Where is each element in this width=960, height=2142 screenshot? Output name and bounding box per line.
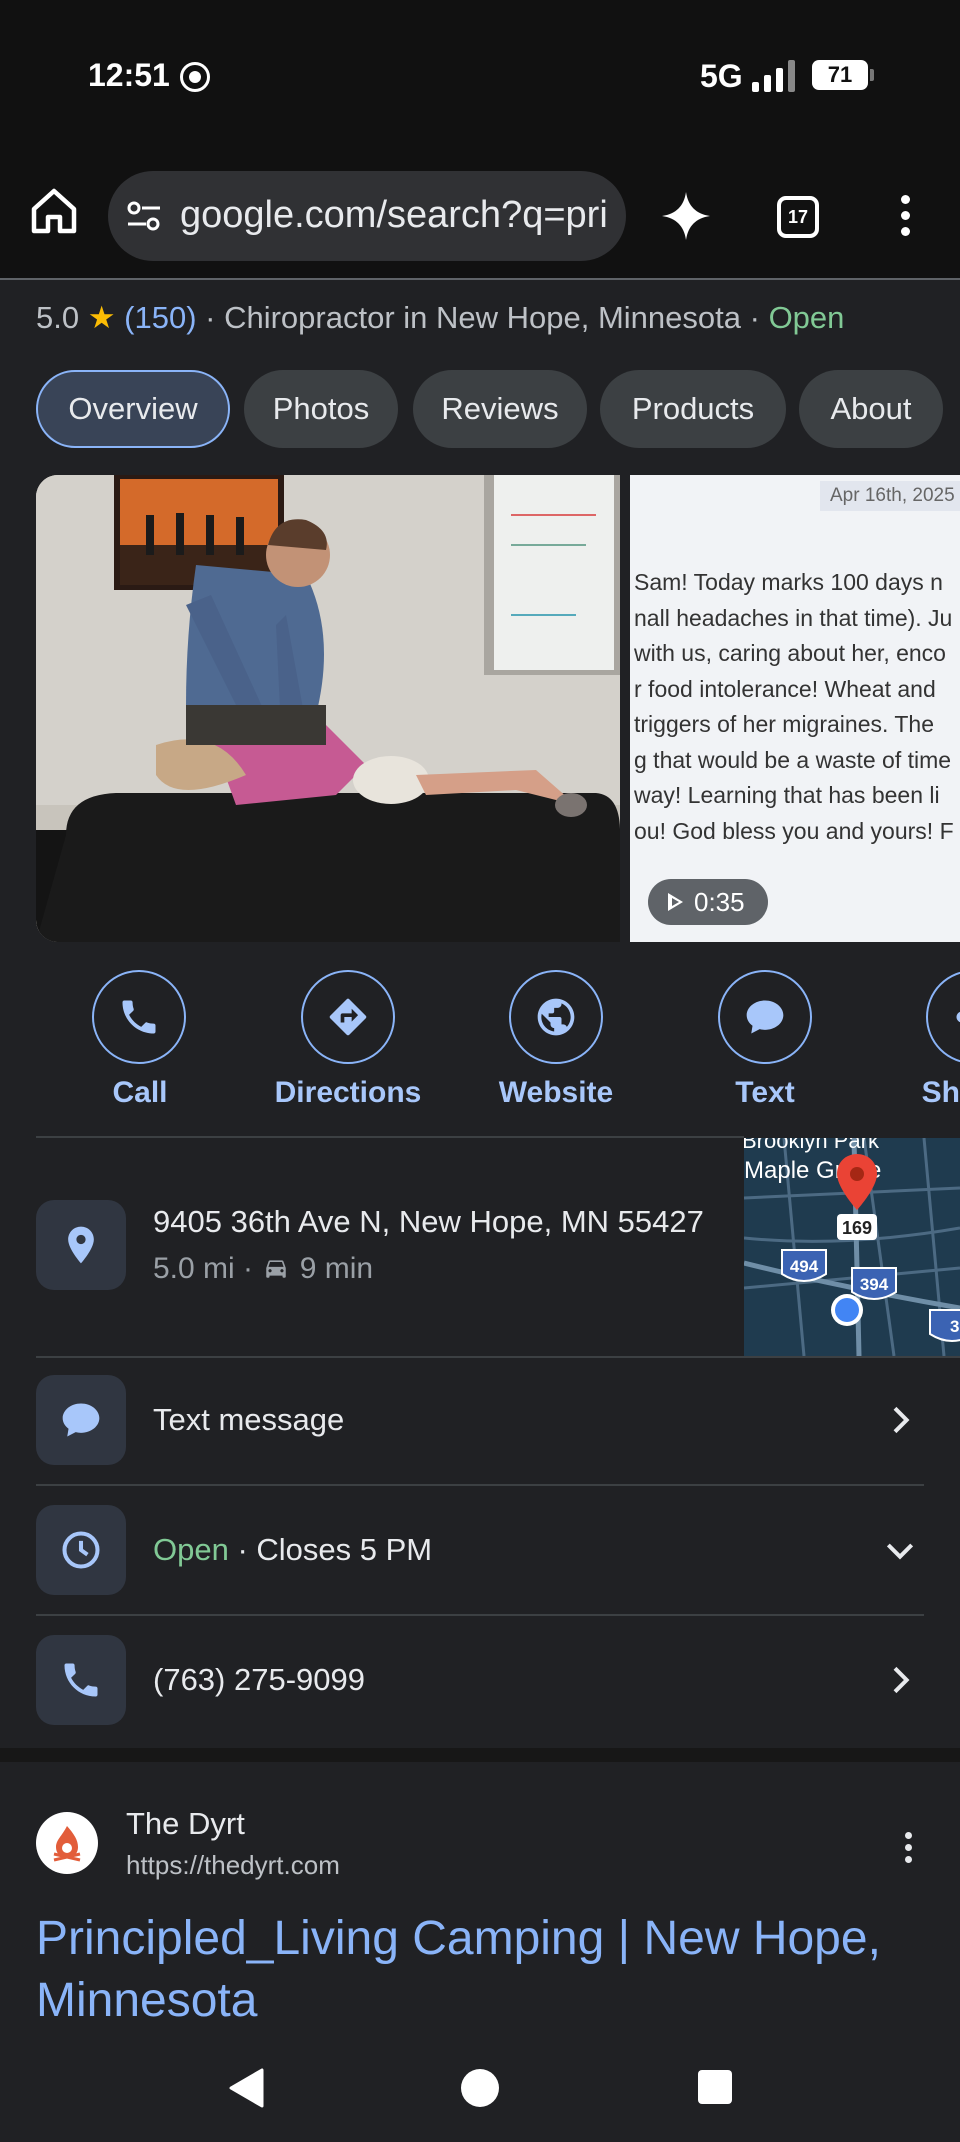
map-shield: 394 (860, 1275, 889, 1294)
tab-photos[interactable]: Photos (244, 370, 398, 448)
phone-icon (64, 1663, 98, 1697)
result-site-name[interactable]: The Dyrt (126, 1806, 245, 1842)
result-more-icon[interactable] (902, 1832, 914, 1864)
tab-overview[interactable]: Overview (36, 370, 230, 448)
distance-value: 5.0 mi (153, 1252, 235, 1285)
gemini-sparkle-icon[interactable] (660, 190, 712, 242)
video-text: Sam! Today marks 100 days n nall headach… (634, 565, 960, 849)
chat-bubble-icon (746, 1000, 784, 1034)
chevron-right-icon[interactable] (880, 1660, 920, 1700)
drive-time: 9 min (299, 1252, 374, 1285)
share-button[interactable] (926, 970, 960, 1064)
chat-bubble-icon (62, 1403, 100, 1437)
chevron-right-icon[interactable] (880, 1400, 920, 1440)
section-separator (0, 1748, 960, 1762)
recents-icon[interactable] (696, 2068, 734, 2106)
business-category: · Chiropractor in New Hope, Minnesota · (205, 300, 760, 335)
share-icon (956, 1011, 960, 1023)
map-label-top: Brooklyn Park (744, 1138, 880, 1153)
address-text[interactable]: 9405 36th Ave N, New Hope, MN 55427 (153, 1204, 704, 1240)
address-distance: 5.0 mi · 9 min (153, 1252, 373, 1286)
business-rating-line: 5.0 ★ (150) · Chiropractor in New Hope, … (36, 300, 844, 336)
text-message-label[interactable]: Text message (153, 1402, 344, 1438)
video-text-line: Sam! Today marks 100 days n (634, 569, 943, 595)
map-shield: 169 (842, 1218, 872, 1238)
map-thumbnail[interactable]: Brooklyn Park Maple Grove 169 494 394 35 (744, 1138, 960, 1356)
car-icon (266, 1260, 287, 1278)
separator-dot: · (243, 1252, 254, 1285)
directions-icon (329, 998, 367, 1036)
video-text-line: ou! God bless you and yours! F (634, 817, 954, 844)
directions-label[interactable]: Directions (258, 1076, 438, 1110)
open-status: Open (768, 300, 845, 335)
video-text-line: with us, caring about her, enco (634, 640, 946, 666)
text-button[interactable] (718, 970, 812, 1064)
map-shield: 494 (790, 1257, 819, 1276)
phone-icon (122, 1000, 156, 1034)
site-favicon (36, 1812, 98, 1874)
screen-record-icon (180, 62, 210, 92)
map-shield: 35 (950, 1317, 960, 1336)
video-duration-badge: 0:35 (648, 879, 768, 925)
divider (36, 1614, 924, 1616)
tab-about[interactable]: About (799, 370, 943, 448)
current-location-dot (835, 1298, 859, 1322)
site-settings-icon[interactable] (126, 199, 162, 233)
star-icon: ★ (87, 300, 116, 335)
video-text-line: r food intolerance! Wheat and (634, 675, 936, 702)
video-thumbnail[interactable]: Apr 16th, 2025 Sam! Today marks 100 days… (630, 475, 960, 942)
hours-icon-box (36, 1505, 126, 1595)
business-photo[interactable] (36, 475, 620, 942)
review-count-link[interactable]: (150) (124, 300, 196, 335)
divider (36, 1356, 960, 1358)
website-button[interactable] (509, 970, 603, 1064)
signal-icon (752, 60, 795, 92)
globe-icon (537, 998, 575, 1036)
tab-reviews[interactable]: Reviews (413, 370, 587, 448)
result-title-link[interactable]: Principled_Living Camping | New Hope, Mi… (36, 1908, 936, 2032)
directions-button[interactable] (301, 970, 395, 1064)
browser-menu-icon[interactable] (895, 195, 915, 239)
video-date: Apr 16th, 2025 (820, 481, 960, 511)
campfire-icon (53, 1826, 81, 1862)
rating-value: 5.0 (36, 300, 80, 335)
call-button[interactable] (92, 970, 186, 1064)
phone-number[interactable]: (763) 275-9099 (153, 1662, 365, 1698)
url-text[interactable]: google.com/search?q=prir (180, 194, 610, 237)
text-message-icon-box (36, 1375, 126, 1465)
text-label[interactable]: Text (675, 1076, 855, 1110)
result-site-url[interactable]: https://thedyrt.com (126, 1850, 340, 1881)
phone-icon-box (36, 1635, 126, 1725)
address-icon-box (36, 1200, 126, 1290)
hours-open-status: Open (153, 1532, 229, 1567)
hours-closes: · Closes 5 PM (237, 1532, 433, 1567)
home-nav-icon[interactable] (458, 2066, 502, 2110)
video-text-line: triggers of her migraines. The (634, 711, 934, 737)
video-text-line: way! Learning that has been li (634, 782, 940, 808)
video-text-line: g that would be a waste of time (634, 746, 952, 773)
location-pin-icon (68, 1226, 94, 1264)
divider (36, 1484, 924, 1486)
video-text-line: nall headaches in that time). Ju (634, 604, 953, 631)
website-label[interactable]: Website (466, 1076, 646, 1110)
tab-products[interactable]: Products (600, 370, 786, 448)
hours-text[interactable]: Open · Closes 5 PM (153, 1532, 432, 1568)
tab-switcher-button[interactable]: 17 (777, 196, 819, 238)
divider (36, 1136, 744, 1138)
clock-icon (62, 1531, 100, 1569)
call-label[interactable]: Call (50, 1076, 230, 1110)
share-label[interactable]: Sh (884, 1076, 960, 1110)
home-icon[interactable] (28, 185, 80, 237)
back-icon[interactable] (226, 2066, 266, 2110)
battery-icon: 71 (812, 60, 874, 90)
network-type: 5G (700, 58, 743, 94)
status-time: 12:51 (88, 57, 170, 93)
chevron-down-icon[interactable] (880, 1530, 920, 1570)
